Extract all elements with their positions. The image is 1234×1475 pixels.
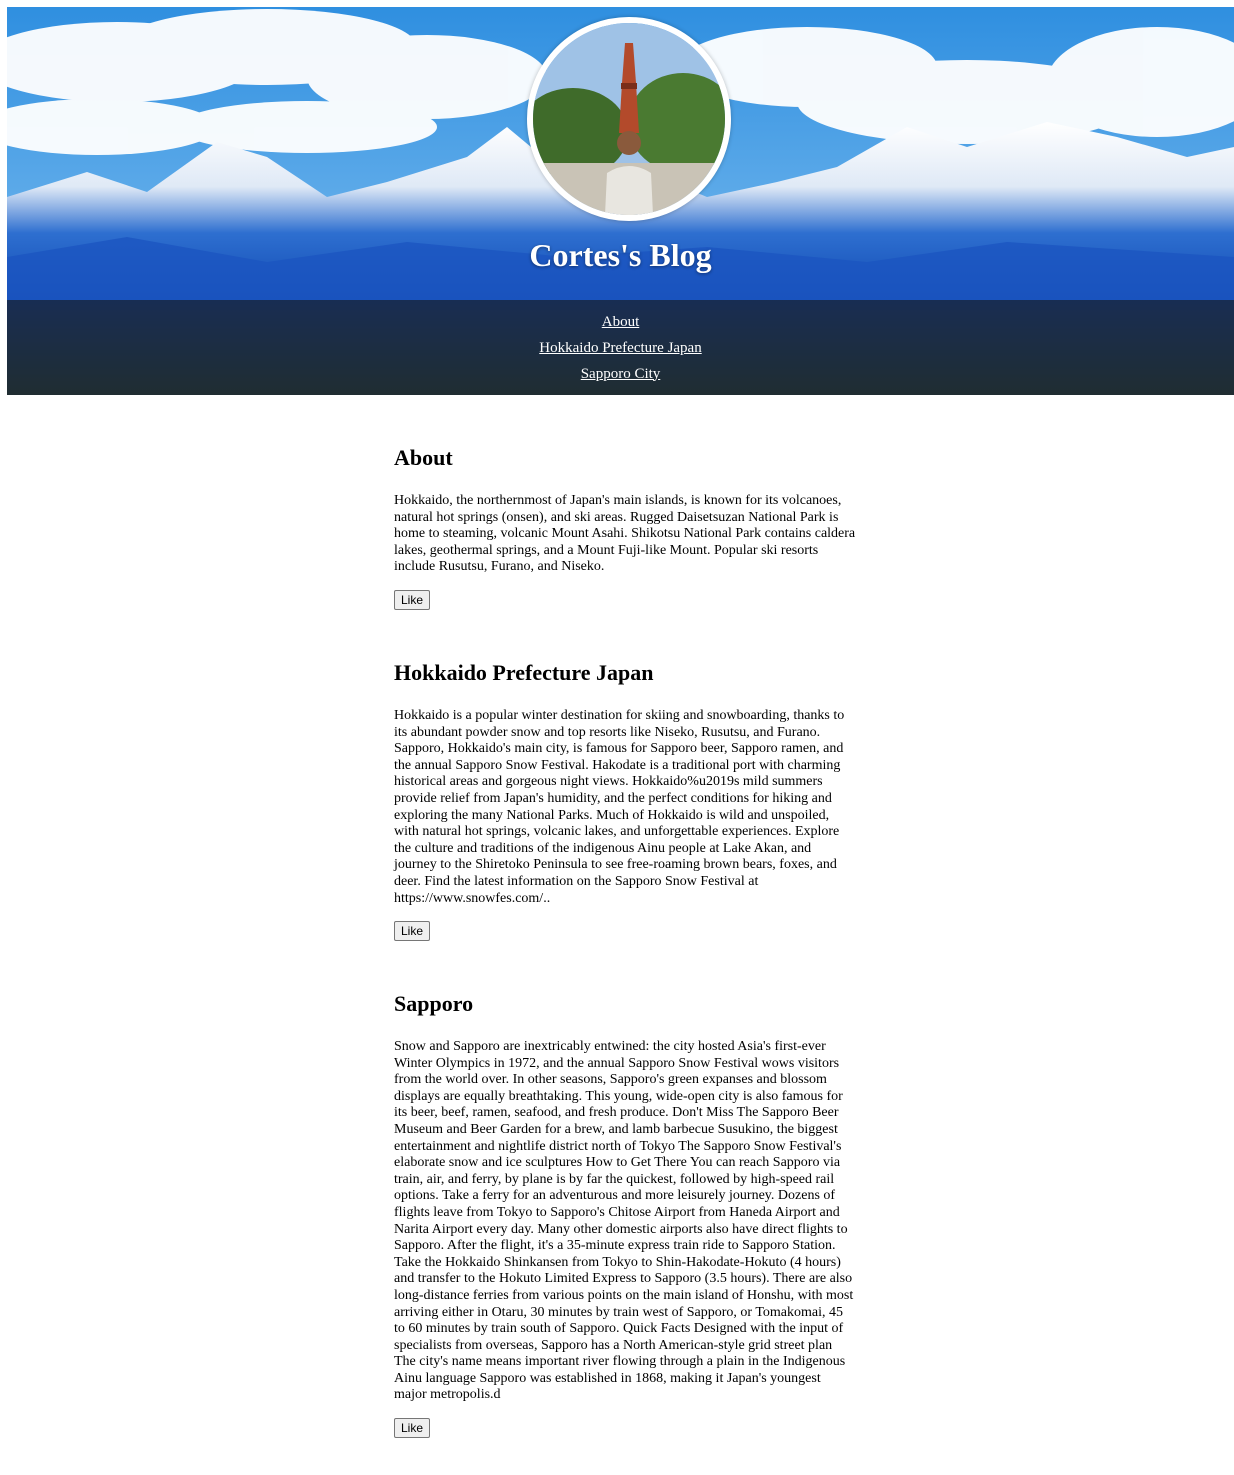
- post-hokkaido: Hokkaido Prefecture Japan Hokkaido is a …: [394, 660, 856, 942]
- post-title: Hokkaido Prefecture Japan: [394, 660, 654, 685]
- post-title: Sapporo: [394, 991, 474, 1016]
- post-body: Hokkaido, the northernmost of Japan's ma…: [394, 493, 856, 575]
- profile-photo-icon: [533, 23, 725, 215]
- post-body: Hokkaido is a popular winter destination…: [394, 708, 845, 906]
- post-body: Snow and Sapporo are inextricably entwin…: [394, 1039, 854, 1403]
- nav-link-about[interactable]: About: [602, 309, 640, 335]
- post-about: About Hokkaido, the northernmost of Japa…: [394, 445, 856, 610]
- like-button[interactable]: Like: [394, 921, 431, 942]
- hero-header: Cortes's Blog About Hokkaido Prefecture …: [7, 7, 1234, 395]
- nav-link-sapporo[interactable]: Sapporo City: [581, 361, 661, 387]
- main-nav: About Hokkaido Prefecture Japan Sapporo …: [7, 300, 1234, 395]
- nav-link-hokkaido[interactable]: Hokkaido Prefecture Japan: [539, 335, 701, 361]
- blog-title: Cortes's Blog: [529, 237, 712, 273]
- post-sapporo: Sapporo Snow and Sapporo are inextricabl…: [394, 991, 856, 1439]
- like-button[interactable]: Like: [394, 1418, 431, 1439]
- post-title: About: [394, 445, 453, 470]
- like-button[interactable]: Like: [394, 589, 431, 610]
- avatar: [527, 17, 731, 221]
